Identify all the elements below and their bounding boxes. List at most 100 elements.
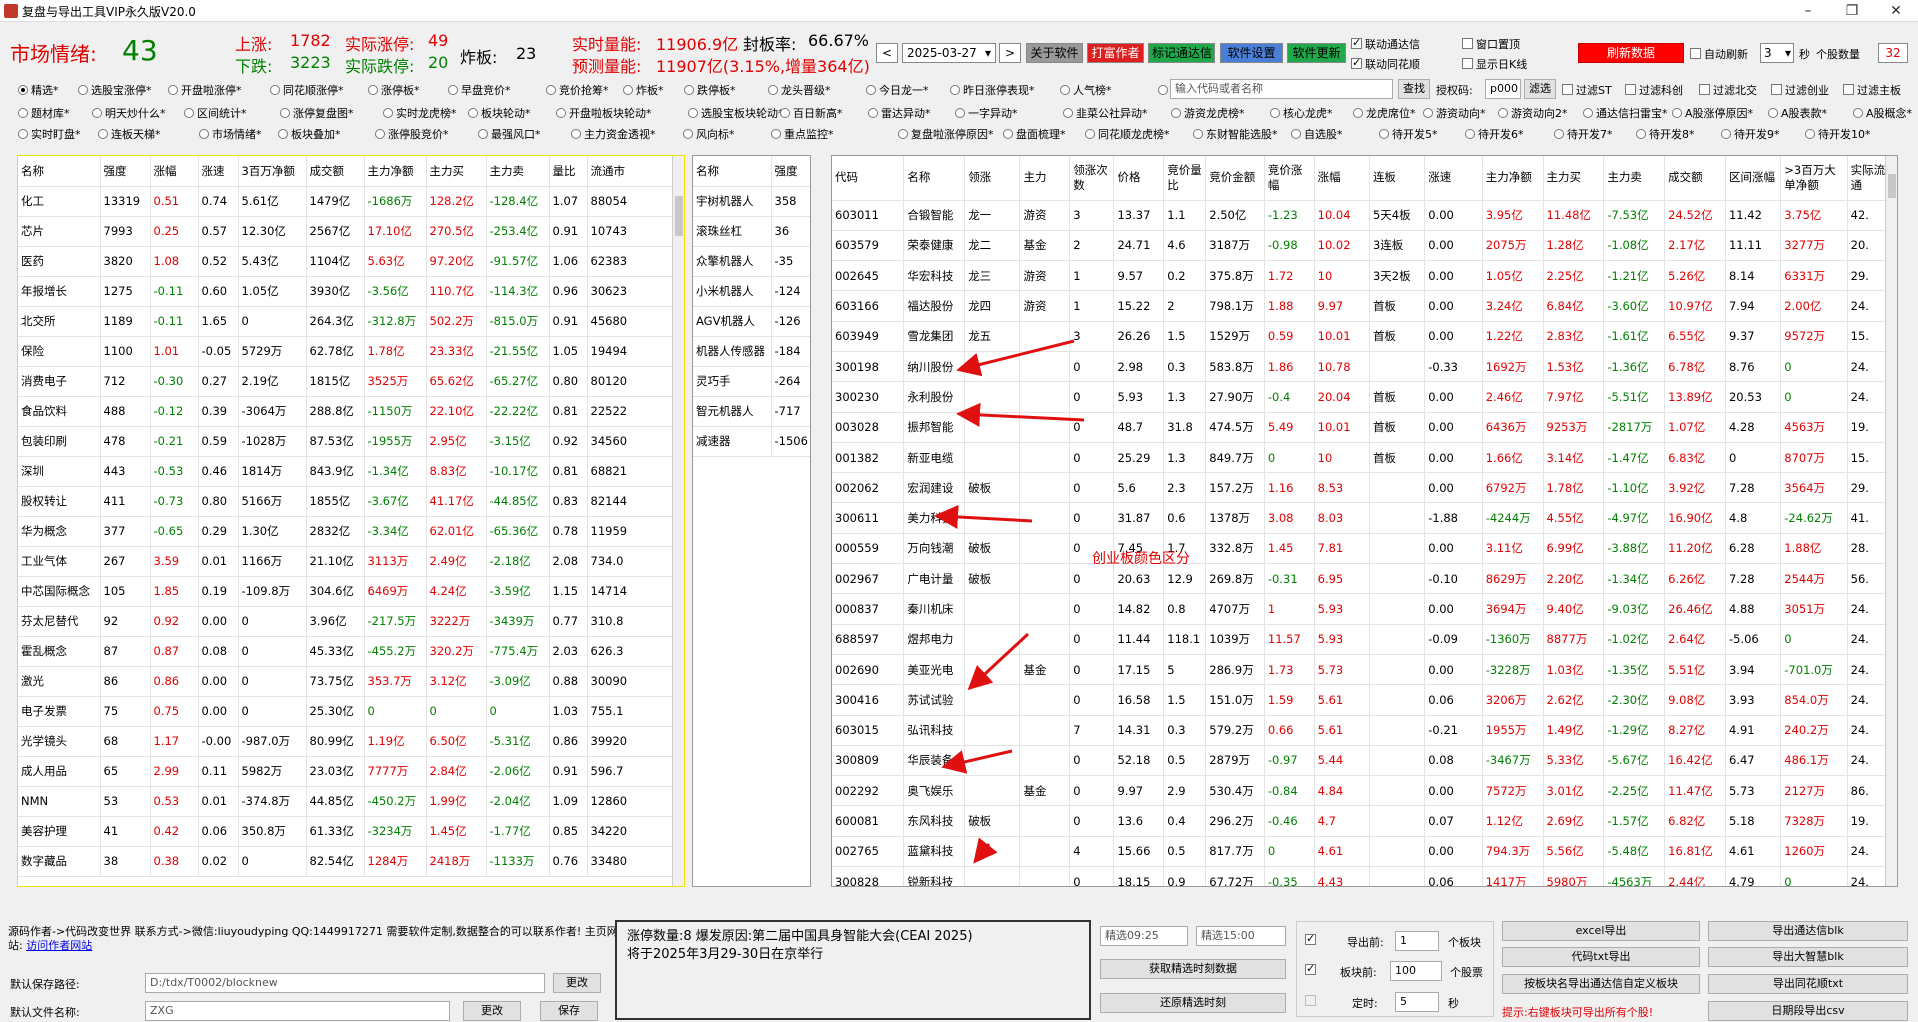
view-option[interactable]: 跌停板* — [684, 82, 736, 98]
view-option[interactable]: 涨停股竞价* — [375, 126, 449, 142]
view-option[interactable]: 通达信扫雷宝* — [1583, 105, 1668, 121]
change-path-button[interactable]: 更改 — [553, 973, 601, 993]
get-snapshot-button[interactable]: 获取精选时刻数据 — [1100, 959, 1286, 979]
save-path-input[interactable]: D:/tdx/T0002/blocknew — [145, 973, 545, 993]
view-option[interactable]: 待开发10* — [1805, 126, 1871, 142]
view-option[interactable]: 板块轮动* — [468, 105, 531, 121]
column-header[interactable]: 涨速 — [198, 156, 239, 187]
custom-board-export-button[interactable]: 按板块名导出通达信自定义板块 — [1502, 974, 1700, 994]
table-row[interactable]: 宇树机器人 358 — [693, 186, 810, 217]
table-row[interactable]: 股权转让 411 -0.73 0.80 5166万 1855亿 -3.67亿 41.17亿 -4… — [18, 486, 674, 517]
view-option[interactable]: 一字异动* — [955, 105, 1018, 121]
column-header[interactable]: 涨幅 — [150, 156, 199, 187]
view-option[interactable]: A股表款* — [1768, 105, 1827, 121]
view-option[interactable]: 精选* — [18, 82, 59, 98]
view-option[interactable]: 炸板* — [623, 82, 664, 98]
minimize-icon[interactable]: – — [1786, 0, 1830, 22]
sector-scroll-thumb[interactable] — [675, 196, 683, 236]
show-daily-checkbox[interactable]: 显示日K线 — [1462, 56, 1527, 72]
table-row[interactable]: 激光 86 0.86 0.00 0 73.75亿 353.7万 3.12亿 -3.09亿 0.88… — [18, 666, 674, 697]
view-option[interactable]: 连板天梯* — [98, 126, 161, 142]
filter-checkbox[interactable]: 过滤创业 — [1771, 82, 1829, 98]
table-row[interactable]: 电子发票 75 0.75 0.00 0 25.30亿 0 0 0 1.03 755.1 — [18, 696, 674, 727]
filter-checkbox[interactable]: 过滤北交 — [1699, 82, 1757, 98]
view-option[interactable]: 待开发8* — [1636, 126, 1695, 142]
table-row[interactable]: 工业气体 267 3.59 0.01 1166万 21.10亿 3113万 2.49亿 -2.1… — [18, 546, 674, 577]
view-option[interactable]: 韭菜公社异动* — [1063, 105, 1148, 121]
search-input[interactable]: 输入代码或者名称 — [1170, 79, 1393, 99]
view-option[interactable]: 待开发6* — [1465, 126, 1524, 142]
table-row[interactable]: 北交所 1189 -0.11 1.65 0 264.3亿 -312.8万 502.2万 -815… — [18, 306, 674, 337]
column-header[interactable]: 名称 — [693, 156, 772, 187]
table-row[interactable]: 医药 3820 1.08 0.52 5.43亿 1104亿 5.63亿 97.20亿 -91.5… — [18, 246, 674, 277]
view-option[interactable]: 主力资金透视* — [571, 126, 656, 142]
view-option[interactable]: 涨停板* — [368, 82, 420, 98]
view-option[interactable]: 东财智能选股* — [1193, 126, 1278, 142]
filter-checkbox[interactable]: 过滤主板 — [1843, 82, 1901, 98]
table-row[interactable]: 华为概念 377 -0.65 0.29 1.30亿 2832亿 -3.34亿 62.01亿 -6… — [18, 516, 674, 547]
view-option[interactable]: 复盘啦涨停原因* — [898, 126, 994, 142]
column-header[interactable]: 主力卖 — [486, 156, 550, 187]
link-tdx-checkbox[interactable]: 联动通达信 — [1351, 36, 1420, 52]
table-row[interactable]: 芬太尼替代 92 0.92 0.00 0 3.96亿 -217.5万 3222万 -3439万 0… — [18, 606, 674, 637]
view-option[interactable]: 实时龙虎榜* — [383, 105, 457, 121]
view-option[interactable]: 待开发5* — [1379, 126, 1438, 142]
update-button[interactable]: 软件更新 — [1287, 43, 1346, 63]
table-row[interactable]: 众擎机器人 -35 — [693, 246, 810, 277]
filter-button[interactable]: 滤选 — [1524, 79, 1556, 99]
author-website-link[interactable]: 访问作者网站 — [26, 939, 92, 952]
table-row[interactable]: 小米机器人 -124 — [693, 276, 810, 307]
restore-snapshot-button[interactable]: 还原精选时刻 — [1100, 993, 1286, 1013]
column-header[interactable]: 流通市 — [587, 156, 674, 187]
table-row[interactable]: 机器人传感器 -184 — [693, 336, 810, 367]
refresh-button[interactable]: 刷新数据 — [1578, 43, 1684, 63]
view-option[interactable]: 今日龙一* — [866, 82, 929, 98]
view-option[interactable]: 板块叠加* — [278, 126, 341, 142]
table-row[interactable]: NMN 53 0.53 0.01 -374.8万 44.85亿 -450.2万 1.99亿 -2… — [18, 786, 674, 817]
table-row[interactable]: 灵巧手 -264 — [693, 366, 810, 397]
view-option[interactable]: 昨日涨停表现* — [950, 82, 1035, 98]
timer-checkbox[interactable] — [1305, 995, 1319, 1008]
table-row[interactable]: 成人用品 65 2.99 0.11 5982万 23.03亿 7777万 2.84亿 -2.06… — [18, 756, 674, 787]
column-header[interactable]: 强度 — [771, 156, 810, 187]
table-row[interactable]: 消费电子 712 -0.30 0.27 2.19亿 1815亿 3525万 65.62亿 -65… — [18, 366, 674, 397]
view-option[interactable]: 游资动向* — [1423, 105, 1486, 121]
view-option[interactable]: 游资龙虎榜* — [1171, 105, 1245, 121]
board-front-spinner[interactable]: 100 — [1390, 961, 1442, 981]
view-option[interactable]: 重点监控* — [771, 126, 834, 142]
stock-count-input[interactable]: 32 — [1878, 43, 1908, 63]
view-option[interactable]: 开盘啦涨停* — [168, 82, 242, 98]
view-option[interactable]: A股涨停原因* — [1672, 105, 1753, 121]
table-row[interactable]: 化工 13319 0.51 0.74 5.61亿 1479亿 -1686万 128.2亿 -12… — [18, 186, 674, 217]
table-row[interactable]: 深圳 443 -0.53 0.46 1814万 843.9亿 -1.34亿 8.83亿 -10.… — [18, 456, 674, 487]
time1-input[interactable]: 精选09:25 — [1100, 926, 1188, 946]
board-front-checkbox[interactable] — [1305, 962, 1319, 977]
view-option[interactable]: 同花顺龙虎榜* — [1085, 126, 1170, 142]
view-option[interactable]: 题材库* — [18, 105, 70, 121]
table-row[interactable]: 数字藏品 38 0.38 0.02 0 82.54亿 1284万 2418万 -1133万 0.7… — [18, 846, 674, 877]
view-option[interactable]: 风向标* — [683, 126, 735, 142]
view-option[interactable]: 待开发7* — [1554, 126, 1613, 142]
table-row[interactable]: 食品饮料 488 -0.12 0.39 -3064万 288.8亿 -1150万 22.10亿… — [18, 396, 674, 427]
export-front-spinner[interactable]: 1 — [1395, 931, 1439, 951]
column-header[interactable]: 主力买 — [426, 156, 487, 187]
about-button[interactable]: 关于软件 — [1026, 43, 1083, 63]
table-row[interactable]: 保险 1100 1.01 -0.05 5729万 62.78亿 1.78亿 23.33亿 -21… — [18, 336, 674, 367]
column-header[interactable]: 强度 — [100, 156, 151, 187]
window-top-checkbox[interactable]: 窗口置顶 — [1462, 36, 1520, 52]
view-option[interactable]: 最强风口* — [478, 126, 541, 142]
auth-input[interactable]: p000 — [1485, 79, 1521, 99]
timer-spinner[interactable]: 5 — [1395, 992, 1439, 1012]
prev-date-button[interactable]: < — [876, 43, 898, 63]
refresh-seconds-select[interactable]: 3 ▾ — [1760, 43, 1794, 63]
table-row[interactable]: 年报增长 1275 -0.11 0.60 1.05亿 3930亿 -3.56亿 110.7亿 -… — [18, 276, 674, 307]
view-option[interactable]: A股概念* — [1853, 105, 1912, 121]
table-row[interactable]: 减速器 -1506 — [693, 426, 810, 457]
file-name-input[interactable]: ZXG — [145, 1001, 450, 1021]
view-option[interactable]: 核心龙虎* — [1270, 105, 1333, 121]
view-option[interactable]: 同花顺涨停* — [270, 82, 344, 98]
daily-csv-export-button[interactable]: 日期段导出csv — [1708, 1001, 1908, 1021]
view-option[interactable]: 实时盯盘* — [18, 126, 81, 142]
view-option[interactable]: 明天炒什么* — [92, 105, 166, 121]
table-row[interactable]: AGV机器人 -126 — [693, 306, 810, 337]
